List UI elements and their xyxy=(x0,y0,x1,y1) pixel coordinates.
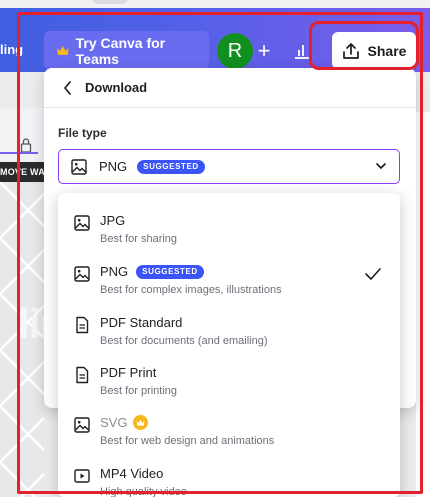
selected-file-type: PNG xyxy=(99,159,128,174)
avatar-initial: R xyxy=(227,39,243,62)
option-desc: High quality video xyxy=(100,486,187,497)
option-name: JPG xyxy=(100,213,125,228)
crown-icon xyxy=(56,45,69,55)
canvas-right-edge xyxy=(416,112,430,497)
option-desc: Best for web design and animations xyxy=(100,435,275,447)
image-icon xyxy=(74,266,90,282)
document-icon xyxy=(76,366,89,384)
add-collaborator-button[interactable]: + xyxy=(252,38,276,64)
option-name: MP4 Video xyxy=(100,466,163,481)
option-svg[interactable]: SVG Best for web design and animations xyxy=(58,401,400,449)
option-jpg[interactable]: JPG Best for sharing xyxy=(58,199,400,247)
document-icon xyxy=(76,316,89,334)
option-name-text: PDF Print xyxy=(100,365,157,380)
header-cut-text: ling xyxy=(0,42,24,57)
option-desc: Best for documents (and emailing) xyxy=(100,335,268,347)
option-desc: Best for complex images, illustrations xyxy=(100,284,282,296)
option-name: PNG SUGGESTED xyxy=(100,264,204,279)
chevron-down-icon xyxy=(376,163,386,169)
browser-zoom-pill[interactable] xyxy=(92,0,128,4)
browser-chrome xyxy=(0,0,430,8)
try-canva-teams-label: Try Canva for Teams xyxy=(75,34,166,67)
option-desc: Best for printing xyxy=(100,385,178,397)
option-name: SVG xyxy=(100,415,149,430)
editor-header: ling Try Canva for Teams R + Share xyxy=(0,8,430,72)
avatar[interactable]: R xyxy=(217,33,253,69)
image-icon xyxy=(74,417,90,433)
share-label: Share xyxy=(367,42,407,59)
option-name-text: MP4 Video xyxy=(100,466,164,481)
option-pdf-standard[interactable]: PDF Standard Best for documents (and ema… xyxy=(58,301,400,349)
file-type-select[interactable]: PNG SUGGESTED xyxy=(58,149,400,184)
try-canva-teams-button[interactable]: Try Canva for Teams xyxy=(44,31,209,70)
file-type-label: File type xyxy=(58,126,107,140)
option-name-text: PDF Standard xyxy=(100,315,183,330)
video-icon xyxy=(74,469,90,483)
option-pdf-print[interactable]: PDF Print Best for printing xyxy=(58,351,400,399)
active-tab-underline xyxy=(0,152,38,154)
share-button[interactable]: Share xyxy=(332,32,416,69)
checkmark-icon xyxy=(365,268,381,280)
upload-icon xyxy=(342,42,359,59)
option-name-text: JPG xyxy=(100,213,126,228)
image-icon xyxy=(71,158,87,175)
option-name-text: PNG xyxy=(100,264,129,279)
suggested-badge: SUGGESTED xyxy=(137,159,205,174)
plus-icon: + xyxy=(257,38,271,63)
canvas-band-text: MOVE WAT xyxy=(0,162,44,182)
suggested-badge: SUGGESTED xyxy=(136,264,204,279)
image-icon xyxy=(74,215,90,231)
option-name: PDF Standard xyxy=(100,315,182,330)
option-name-text: SVG xyxy=(100,415,128,430)
option-mp4-video[interactable]: MP4 Video High quality video xyxy=(58,452,400,497)
panel-divider xyxy=(44,107,416,108)
screen: ling Try Canva for Teams R + Share MOVE … xyxy=(0,0,430,497)
pro-crown-icon xyxy=(133,415,149,430)
option-desc: Best for sharing xyxy=(100,233,178,245)
panel-title: Download xyxy=(85,80,148,95)
option-name: PDF Print xyxy=(100,365,156,380)
back-arrow-icon[interactable] xyxy=(62,80,74,96)
lock-icon[interactable] xyxy=(20,137,32,153)
option-png[interactable]: PNG SUGGESTED Best for complex images, i… xyxy=(58,250,400,298)
file-type-dropdown: JPG Best for sharing PNG SUGGESTED Best … xyxy=(58,193,400,497)
insights-button[interactable] xyxy=(287,35,317,67)
bar-chart-icon xyxy=(295,45,309,59)
